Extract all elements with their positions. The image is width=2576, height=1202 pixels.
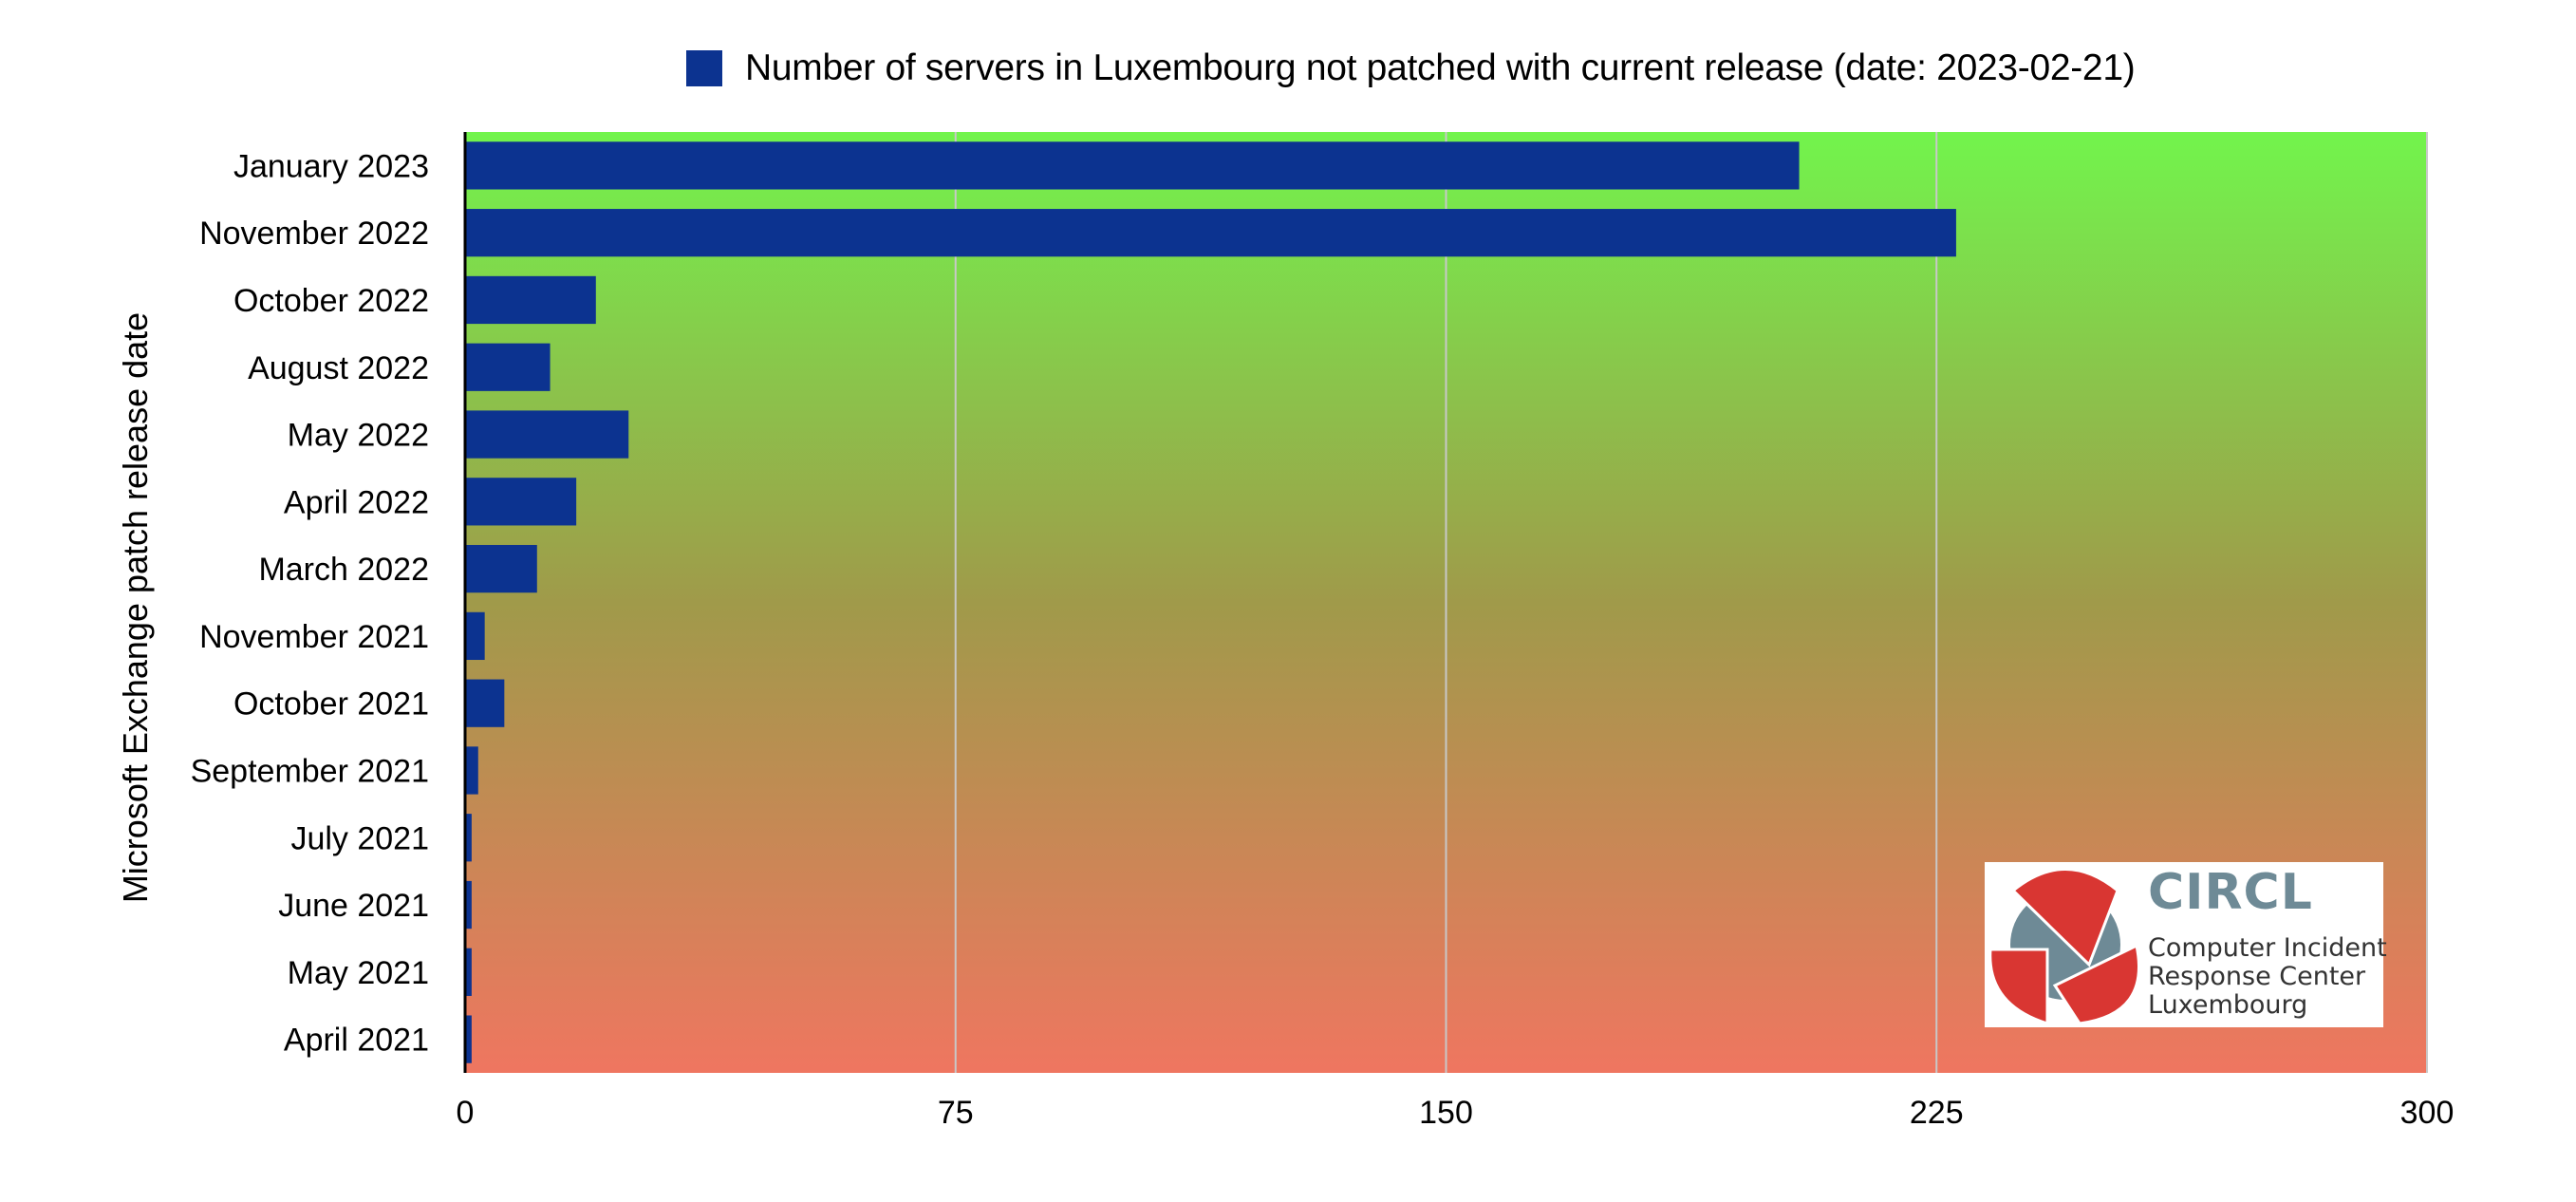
logo-subtitle-line: Response Center [2148, 962, 2366, 991]
x-tick-label: 75 [938, 1095, 974, 1131]
category-label: October 2021 [233, 686, 429, 723]
x-tick-label: 0 [457, 1095, 475, 1131]
y-axis-title: Microsoft Exchange patch release date [116, 311, 155, 904]
category-label: May 2021 [288, 955, 429, 991]
category-label: May 2022 [288, 418, 429, 454]
legend: Number of servers in Luxembourg not patc… [686, 47, 2136, 89]
x-tick-label: 150 [1419, 1095, 1473, 1131]
category-label: September 2021 [191, 753, 429, 789]
bar [465, 478, 577, 526]
legend-swatch [686, 50, 722, 86]
logo-subtitle: Computer Incident Response Center Luxemb… [2148, 934, 2387, 1020]
category-label: June 2021 [278, 888, 429, 924]
bar [465, 343, 551, 391]
bar [465, 544, 537, 593]
logo-subtitle-line: Luxembourg [2148, 990, 2308, 1020]
bar [465, 679, 505, 727]
bar [465, 275, 596, 325]
logo-title: CIRCL [2148, 864, 2313, 921]
bar [465, 746, 478, 795]
category-label: October 2022 [233, 283, 429, 319]
bar [465, 141, 1800, 190]
category-label: August 2022 [248, 350, 429, 386]
category-label: November 2022 [199, 216, 429, 252]
legend-label: Number of servers in Luxembourg not patc… [745, 47, 2136, 88]
circl-aperture-icon [1988, 868, 2140, 1026]
x-tick-label: 300 [2400, 1095, 2455, 1131]
circl-logo: CIRCL Computer Incident Response Center … [1985, 862, 2387, 1027]
x-tick-label: 225 [1910, 1095, 1964, 1131]
bar [465, 209, 1956, 257]
logo-subtitle-line: Computer Incident [2148, 933, 2387, 963]
bar [465, 410, 629, 459]
bar [465, 611, 485, 661]
category-label: March 2022 [258, 552, 429, 588]
category-label: April 2022 [284, 484, 429, 520]
category-label: July 2021 [290, 820, 429, 856]
category-label: November 2021 [199, 619, 429, 655]
category-label: April 2021 [284, 1023, 429, 1059]
category-label: January 2023 [233, 148, 429, 184]
